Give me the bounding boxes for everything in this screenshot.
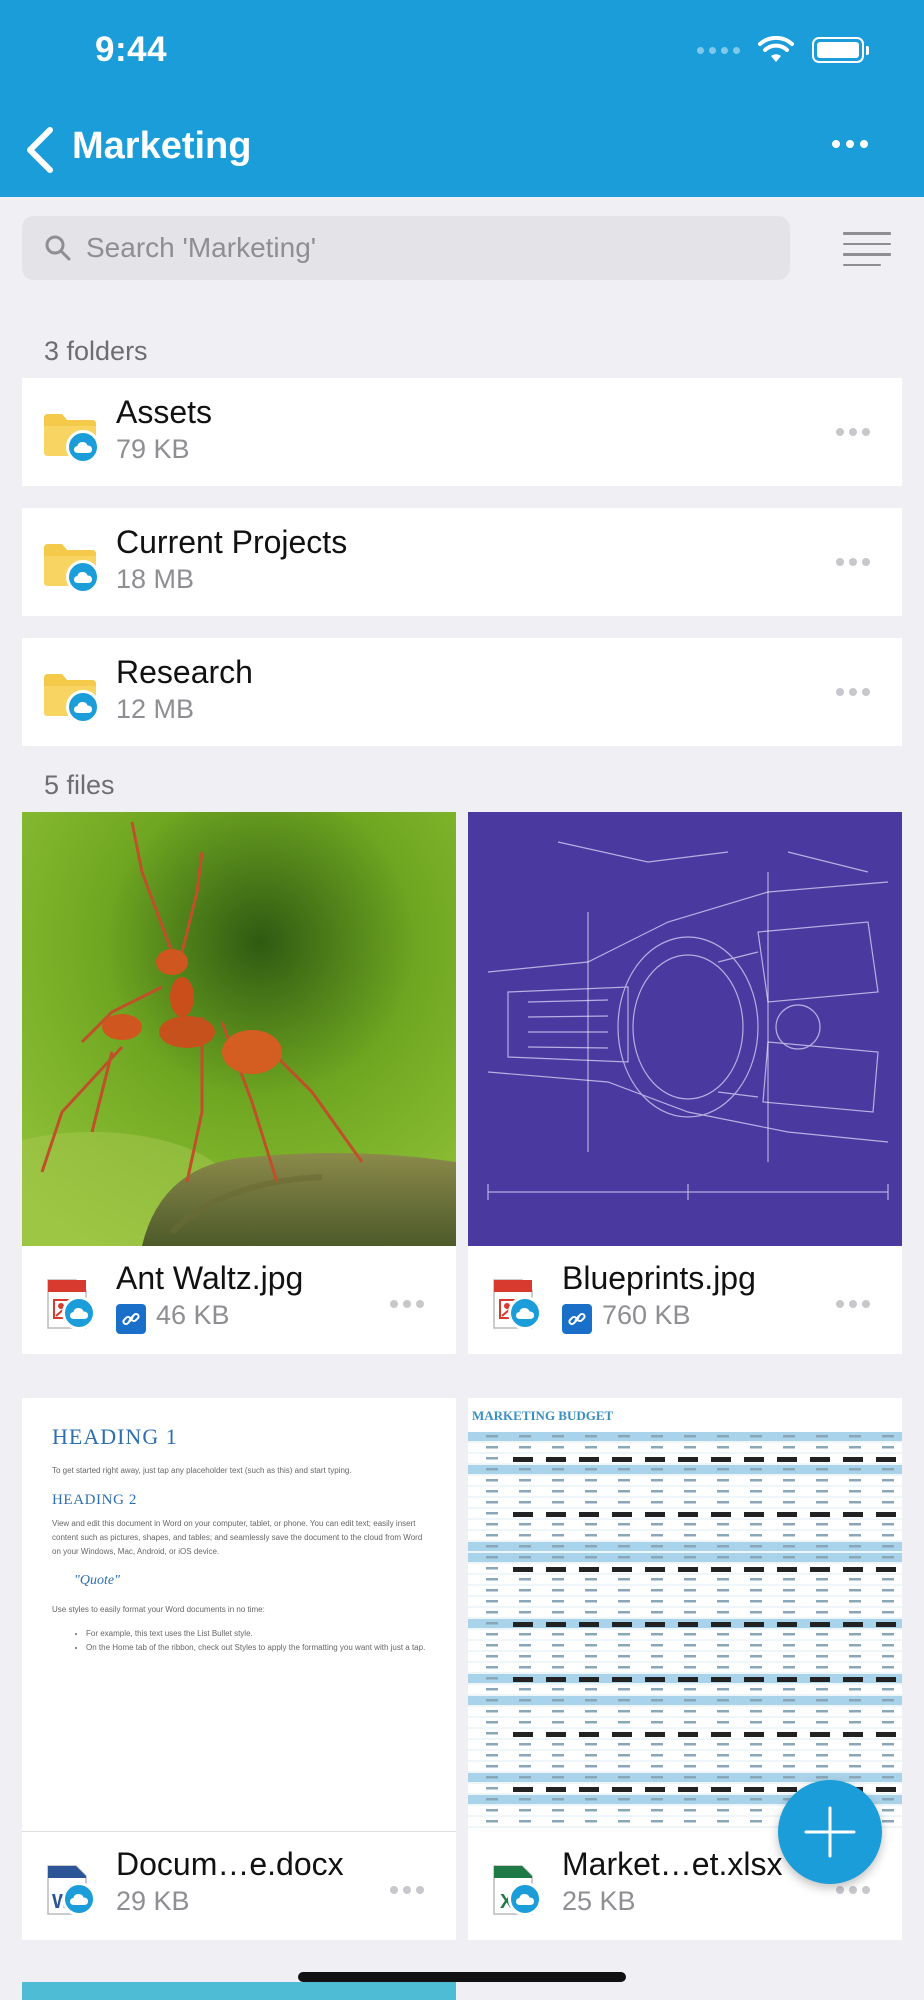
cloud-sync-icon: [66, 690, 100, 724]
file-size: 25 KB: [562, 1886, 636, 1916]
item-more-button[interactable]: [836, 1886, 870, 1894]
file-card-document[interactable]: HEADING 1 To get started right away, jus…: [22, 1398, 456, 1940]
file-card-blueprints[interactable]: Blueprints.jpg 760 KB: [468, 812, 902, 1354]
shared-link-icon: [116, 1304, 146, 1334]
item-more-button[interactable]: [836, 428, 870, 436]
folder-row-assets[interactable]: Assets 79 KB: [22, 378, 902, 486]
sheet-title: MARKETING BUDGET: [472, 1408, 614, 1423]
cloud-sync-icon: [508, 1882, 542, 1916]
more-options-button[interactable]: [832, 140, 868, 148]
item-more-button[interactable]: [836, 1300, 870, 1308]
item-more-button[interactable]: [836, 558, 870, 566]
document-thumbnail[interactable]: HEADING 1 To get started right away, jus…: [22, 1398, 456, 1832]
folders-count-label: 3 folders: [44, 336, 148, 366]
add-button[interactable]: [778, 1780, 882, 1884]
image-thumbnail[interactable]: [22, 812, 456, 1246]
home-indicator[interactable]: [298, 1972, 626, 1982]
file-name: Market…et.xlsx: [562, 1846, 783, 1882]
doc-quote: "Quote": [74, 1573, 120, 1588]
search-input[interactable]: [86, 232, 686, 264]
cloud-sync-icon: [62, 1882, 96, 1916]
back-chevron-icon[interactable]: [20, 126, 62, 174]
file-card-partial[interactable]: [22, 1982, 456, 2000]
folder-row-research[interactable]: Research 12 MB: [22, 638, 902, 746]
cellular-signal-icon: [697, 46, 740, 54]
folder-size: 18 MB: [116, 564, 195, 594]
file-name: Blueprints.jpg: [562, 1260, 756, 1296]
battery-icon: [812, 37, 869, 63]
file-size: 29 KB: [116, 1886, 190, 1916]
shared-link-icon: [562, 1304, 592, 1334]
plus-icon: [804, 1806, 856, 1858]
file-info[interactable]: W Docum…e.docx 29 KB: [22, 1832, 456, 1940]
cloud-sync-icon: [62, 1296, 96, 1330]
status-icons: [697, 36, 869, 64]
folder-size: 79 KB: [116, 434, 190, 464]
doc-heading-1: HEADING 1: [52, 1424, 178, 1449]
sort-list-icon[interactable]: [843, 232, 891, 266]
doc-paragraph: View and edit this document in Word on y…: [52, 1519, 423, 1556]
image-thumbnail[interactable]: [468, 812, 902, 1246]
file-name: Docum…e.docx: [116, 1846, 344, 1882]
doc-bullet: For example, this text uses the List Bul…: [86, 1627, 426, 1641]
doc-paragraph: Use styles to easily format your Word do…: [52, 1605, 265, 1614]
file-info[interactable]: Ant Waltz.jpg 46 KB: [22, 1246, 456, 1354]
cloud-sync-icon: [508, 1296, 542, 1330]
folder-row-current-projects[interactable]: Current Projects 18 MB: [22, 508, 902, 616]
file-info[interactable]: Blueprints.jpg 760 KB: [468, 1246, 902, 1354]
item-more-button[interactable]: [390, 1300, 424, 1308]
search-bar[interactable]: [22, 216, 790, 280]
folder-size: 12 MB: [116, 694, 195, 724]
search-icon: [45, 235, 71, 261]
doc-heading-2: HEADING 2: [52, 1492, 137, 1508]
cloud-sync-icon: [66, 430, 100, 464]
file-card-ant-waltz[interactable]: Ant Waltz.jpg 46 KB: [22, 812, 456, 1354]
spreadsheet-thumbnail[interactable]: MARKETING BUDGET: [468, 1398, 902, 1832]
file-size: 46 KB: [156, 1300, 230, 1330]
page-title: Marketing: [72, 125, 252, 167]
doc-bullet: On the Home tab of the ribbon, check out…: [86, 1641, 426, 1655]
top-bar: 9:44 Marketing: [0, 0, 924, 197]
folder-name: Research: [116, 654, 253, 690]
status-time: 9:44: [95, 30, 168, 69]
item-more-button[interactable]: [836, 688, 870, 696]
files-count-label: 5 files: [44, 770, 115, 800]
file-name: Ant Waltz.jpg: [116, 1260, 304, 1296]
doc-paragraph: To get started right away, just tap any …: [52, 1466, 352, 1475]
cloud-sync-icon: [66, 560, 100, 594]
item-more-button[interactable]: [390, 1886, 424, 1894]
folder-name: Assets: [116, 394, 213, 430]
folder-name: Current Projects: [116, 524, 348, 560]
wifi-icon: [758, 36, 794, 62]
file-size: 760 KB: [602, 1300, 691, 1330]
